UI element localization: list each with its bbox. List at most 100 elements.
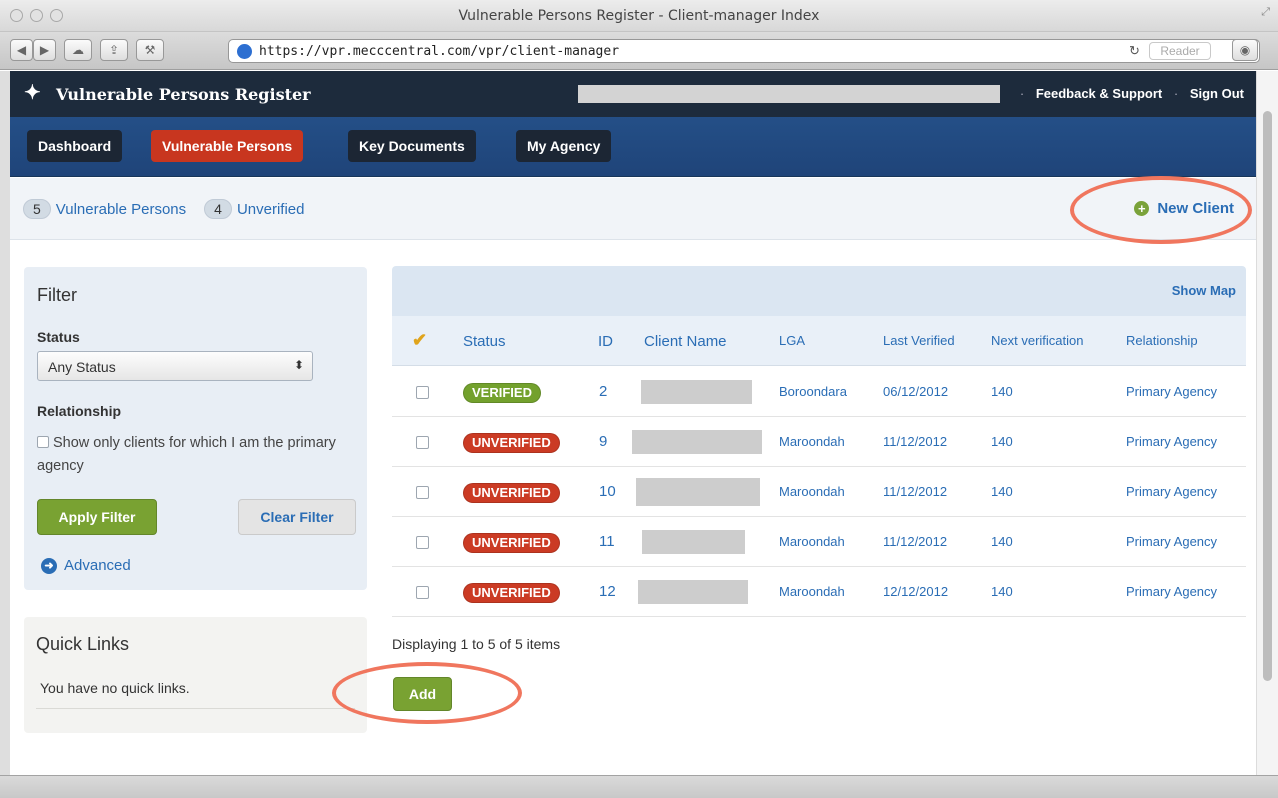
status-badge: VERIFIED [463, 383, 541, 403]
vertical-scrollbar[interactable] [1256, 71, 1278, 775]
reload-icon[interactable]: ↻ [1129, 43, 1140, 59]
forward-button[interactable]: ▶ [33, 39, 56, 61]
col-status[interactable]: Status [463, 333, 506, 350]
app-title[interactable]: Vulnerable Persons Register [56, 85, 311, 104]
client-lga[interactable]: Maroondah [779, 534, 845, 549]
tab-vulnerable-persons[interactable]: Vulnerable Persons [151, 130, 304, 162]
top-links: · Feedback & Support · Sign Out [1012, 86, 1244, 101]
table-row[interactable]: UNVERIFIED 11 Maroondah 11/12/2012 140 P… [392, 517, 1246, 567]
next-verification[interactable]: 140 [991, 384, 1013, 399]
relationship[interactable]: Primary Agency [1126, 384, 1217, 399]
row-checkbox[interactable] [416, 536, 429, 549]
col-lga[interactable]: LGA [779, 333, 805, 348]
app-header: ✦ Vulnerable Persons Register · Feedback… [10, 71, 1256, 117]
client-id[interactable]: 11 [599, 533, 615, 550]
client-name-redacted[interactable] [638, 580, 748, 604]
client-name-redacted[interactable] [642, 530, 745, 554]
next-verification[interactable]: 140 [991, 484, 1013, 499]
tools-button[interactable]: ⚒ [136, 39, 164, 61]
show-map-link[interactable]: Show Map [1172, 283, 1236, 298]
row-checkbox[interactable] [416, 586, 429, 599]
divider [36, 708, 355, 709]
address-bar[interactable]: https://vpr.mecccentral.com/vpr/client-m… [228, 39, 1260, 63]
feedback-link[interactable]: Feedback & Support [1036, 86, 1162, 101]
pagination-summary: Displaying 1 to 5 of 5 items [392, 636, 561, 652]
col-client-name[interactable]: Client Name [644, 333, 727, 350]
select-all-check-icon[interactable]: ✔ [412, 330, 427, 351]
wrench-icon: ⚒ [144, 43, 156, 57]
client-name-redacted[interactable] [636, 478, 760, 506]
status-select-value: Any Status [48, 359, 116, 375]
status-label: Status [37, 329, 80, 345]
client-id[interactable]: 9 [599, 433, 607, 450]
fullscreen-icon[interactable]: ⤢ [1261, 6, 1270, 19]
filter-title: Filter [37, 285, 77, 305]
next-verification[interactable]: 140 [991, 434, 1013, 449]
tab-my-agency[interactable]: My Agency [516, 130, 612, 162]
clear-filter-button[interactable]: Clear Filter [238, 499, 356, 535]
advanced-link[interactable]: ➜ Advanced [41, 557, 131, 574]
vulnerable-persons-link[interactable]: Vulnerable Persons [56, 201, 186, 218]
download-icon: ◉ [1239, 43, 1251, 57]
tab-key-documents[interactable]: Key Documents [348, 130, 476, 162]
user-info-redacted [578, 85, 1000, 103]
tab-dashboard[interactable]: Dashboard [27, 130, 123, 162]
back-button[interactable]: ◀ [10, 39, 33, 61]
status-select[interactable]: Any Status ⬍ [37, 351, 313, 381]
forward-arrow-icon: ▶ [39, 43, 50, 57]
client-lga[interactable]: Maroondah [779, 484, 845, 499]
relationship[interactable]: Primary Agency [1126, 584, 1217, 599]
downloads-button[interactable]: ◉ [1232, 39, 1258, 61]
persons-count-badge: 5 [23, 199, 51, 219]
apply-filter-button[interactable]: Apply Filter [37, 499, 157, 535]
client-lga[interactable]: Maroondah [779, 434, 845, 449]
icloud-button[interactable]: ☁ [64, 39, 92, 61]
last-verified[interactable]: 11/12/2012 [883, 534, 947, 549]
last-verified[interactable]: 06/12/2012 [883, 384, 948, 399]
client-name-redacted[interactable] [641, 380, 752, 404]
window-titlebar: Vulnerable Persons Register - Client-man… [0, 0, 1278, 32]
reader-button[interactable]: Reader [1149, 42, 1211, 60]
quick-links-title: Quick Links [36, 634, 130, 654]
primary-agency-checkbox-label[interactable]: Show only clients for which I am the pri… [37, 435, 336, 474]
unverified-link[interactable]: Unverified [237, 201, 305, 218]
table-row[interactable]: UNVERIFIED 12 Maroondah 12/12/2012 140 P… [392, 567, 1246, 617]
globe-icon [237, 44, 252, 59]
filter-panel: Filter Status Any Status ⬍ Relationship … [24, 267, 367, 590]
client-name-redacted[interactable] [632, 430, 762, 454]
col-last-verified[interactable]: Last Verified [883, 333, 955, 348]
status-badge: UNVERIFIED [463, 583, 560, 603]
relationship[interactable]: Primary Agency [1126, 484, 1217, 499]
next-verification[interactable]: 140 [991, 534, 1013, 549]
row-checkbox[interactable] [416, 486, 429, 499]
client-id[interactable]: 12 [599, 583, 616, 600]
quick-links-panel: Quick Links You have no quick links. [24, 617, 367, 733]
select-arrows-icon: ⬍ [293, 358, 304, 372]
clients-table: Show Map ✔ Status ID Client Name LGA Las… [392, 266, 1246, 618]
table-row[interactable]: UNVERIFIED 10 Maroondah 11/12/2012 140 P… [392, 467, 1246, 517]
col-id[interactable]: ID [598, 333, 613, 350]
scrollbar-thumb[interactable] [1263, 111, 1272, 681]
primary-agency-option: Show only clients for which I am the pri… [37, 432, 357, 478]
last-verified[interactable]: 11/12/2012 [883, 484, 947, 499]
relationship[interactable]: Primary Agency [1126, 434, 1217, 449]
row-checkbox[interactable] [416, 386, 429, 399]
client-id[interactable]: 2 [599, 383, 607, 400]
last-verified[interactable]: 11/12/2012 [883, 434, 947, 449]
client-id[interactable]: 10 [599, 483, 616, 500]
client-lga[interactable]: Maroondah [779, 584, 845, 599]
col-next-verification[interactable]: Next verification [991, 333, 1083, 348]
table-header-row: ✔ Status ID Client Name LGA Last Verifie… [392, 316, 1246, 366]
next-verification[interactable]: 140 [991, 584, 1013, 599]
table-row[interactable]: UNVERIFIED 9 Maroondah 11/12/2012 140 Pr… [392, 417, 1246, 467]
arrow-right-circle-icon: ➜ [41, 557, 57, 574]
last-verified[interactable]: 12/12/2012 [883, 584, 948, 599]
share-button[interactable]: ⇪ [100, 39, 128, 61]
col-relationship[interactable]: Relationship [1126, 333, 1198, 348]
table-row[interactable]: VERIFIED 2 Boroondara 06/12/2012 140 Pri… [392, 367, 1246, 417]
client-lga[interactable]: Boroondara [779, 384, 847, 399]
primary-agency-checkbox[interactable] [37, 436, 49, 448]
row-checkbox[interactable] [416, 436, 429, 449]
sign-out-link[interactable]: Sign Out [1190, 86, 1244, 101]
relationship[interactable]: Primary Agency [1126, 534, 1217, 549]
